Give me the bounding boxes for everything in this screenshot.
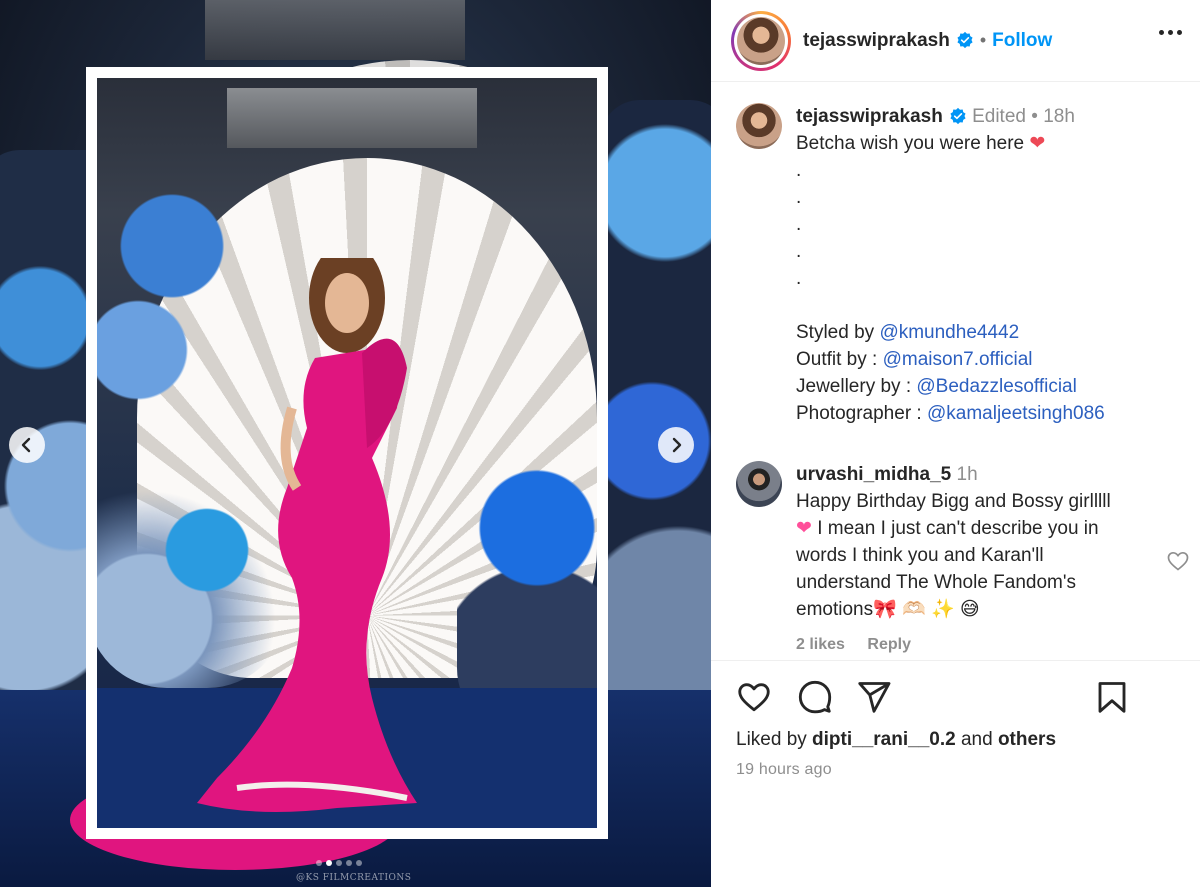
slide-dot[interactable] — [336, 860, 342, 866]
header-separator: • — [979, 30, 987, 50]
like-heart-icon[interactable] — [736, 679, 772, 715]
comment-like-heart-icon[interactable] — [1166, 549, 1190, 573]
slide-dot[interactable] — [316, 860, 322, 866]
liked-by-line: Liked by dipti__rani__0.2 and others — [736, 729, 1057, 750]
verified-badge-icon — [957, 31, 973, 48]
credit-label: Styled by — [796, 322, 880, 343]
photo-ceiling — [227, 88, 477, 148]
mention-link[interactable]: @kmundhe4442 — [879, 322, 1019, 343]
avatar[interactable] — [736, 461, 782, 507]
caption-dot-line: . — [796, 268, 802, 289]
caption-dot-line: . — [796, 187, 802, 208]
liked-by-user[interactable]: dipti__rani__0.2 — [812, 729, 956, 750]
caption-time[interactable]: 18h — [1043, 106, 1075, 127]
caption-credits: Styled by @kmundhe4442 Outfit by : @maiso… — [796, 319, 1186, 427]
post-media: @KS FILMCREATIONS — [0, 0, 711, 887]
credit-line: Photographer : @kamaljeetsingh086 — [796, 400, 1186, 427]
caption-dot-line: . — [796, 241, 802, 262]
woman-in-pink-gown — [197, 258, 417, 812]
credit-line: Jewellery by : @Bedazzlesofficial — [796, 373, 1186, 400]
chevron-right-icon — [672, 437, 682, 453]
more-options-icon[interactable] — [1159, 30, 1182, 35]
liked-by-others[interactable]: others — [998, 729, 1056, 750]
header-username[interactable]: tejasswiprakash — [803, 30, 974, 52]
slide-dot[interactable] — [326, 860, 332, 866]
post-actions: Liked by dipti__rani__0.2 and others 19 … — [711, 660, 1200, 887]
comment-bubble-icon[interactable] — [797, 679, 833, 715]
follow-button[interactable]: Follow — [992, 30, 1052, 52]
comment-time[interactable]: 1h — [957, 464, 978, 485]
previous-slide-button[interactable] — [9, 427, 45, 463]
chevron-left-icon — [21, 437, 31, 453]
slide-dot[interactable] — [346, 860, 352, 866]
mention-link[interactable]: @Bedazzlesofficial — [916, 376, 1076, 397]
avatar[interactable] — [736, 103, 782, 149]
verified-badge-icon — [950, 107, 966, 125]
comment-text-line: words I think you and Karan'll — [796, 545, 1044, 566]
meta-separator: • — [1031, 106, 1038, 127]
story-ring[interactable] — [731, 10, 791, 71]
reply-button[interactable]: Reply — [867, 636, 911, 653]
credit-line: Outfit by : @maison7.official — [796, 346, 1186, 373]
credit-line: Styled by @kmundhe4442 — [796, 319, 1186, 346]
next-slide-button[interactable] — [658, 427, 694, 463]
post-header: tejasswiprakash • Follow — [711, 0, 1200, 82]
comments-section[interactable]: tejasswiprakash Edited • 18h Betcha wish… — [711, 83, 1200, 659]
credit-label: Photographer : — [796, 403, 927, 424]
comment-emojis: 🎀 🫶🏻 ✨ 😅 — [873, 599, 980, 620]
caption-username[interactable]: tejasswiprakash — [796, 106, 943, 127]
comment: urvashi_midha_5 1h Happy Birthday Bigg a… — [736, 461, 1151, 658]
comment-text-line: I mean I just can't describe you in — [817, 518, 1099, 539]
heart-emoji-icon: ❤ — [796, 518, 812, 539]
slide-dot[interactable] — [356, 860, 362, 866]
post-timestamp[interactable]: 19 hours ago — [736, 761, 832, 779]
credit-label: Jewellery by : — [796, 376, 917, 397]
credit-label: Outfit by : — [796, 349, 883, 370]
save-bookmark-icon[interactable] — [1094, 679, 1130, 715]
flower-arrangement-right — [600, 100, 711, 720]
caption-dots: ..... — [796, 157, 1186, 292]
post-photo — [97, 78, 597, 828]
comment-username[interactable]: urvashi_midha_5 — [796, 464, 951, 485]
comment-text-line: Happy Birthday Bigg and Bossy girlllll — [796, 491, 1111, 512]
stage-ceiling — [205, 0, 465, 60]
photo-watermark: @KS FILMCREATIONS — [296, 873, 412, 883]
slide-indicator — [316, 860, 362, 866]
caption: tejasswiprakash Edited • 18h Betcha wish… — [736, 103, 1186, 427]
caption-dot-line: . — [796, 160, 802, 181]
heart-emoji-icon: ❤ — [1029, 133, 1046, 154]
comment-text-line: emotions — [796, 599, 874, 620]
share-paper-plane-icon[interactable] — [856, 679, 892, 715]
edited-label: Edited — [972, 106, 1026, 127]
comment-text-line: understand The Whole Fandom's — [796, 572, 1076, 593]
mention-link[interactable]: @kamaljeetsingh086 — [927, 403, 1105, 424]
caption-dot-line: . — [796, 214, 802, 235]
mention-link[interactable]: @maison7.official — [883, 349, 1033, 370]
comment-likes[interactable]: 2 likes — [796, 636, 845, 653]
post-side-panel: tejasswiprakash • Follow tejasswiprakash… — [711, 0, 1200, 887]
caption-text: Betcha wish you were here — [796, 133, 1025, 154]
avatar — [737, 16, 785, 65]
